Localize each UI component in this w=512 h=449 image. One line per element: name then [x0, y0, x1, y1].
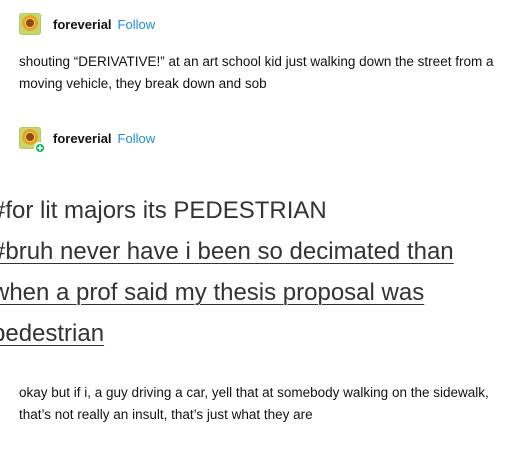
- username[interactable]: foreverial: [53, 17, 112, 32]
- avatar[interactable]: [19, 13, 41, 35]
- tag-link[interactable]: pedestrian: [0, 313, 512, 354]
- post-header: foreverial Follow: [19, 13, 155, 35]
- tag-list: #for lit majors its PEDESTRIAN #bruh nev…: [0, 190, 512, 354]
- plus-badge-icon: [34, 142, 46, 154]
- post-text: okay but if i, a guy driving a car, yell…: [19, 385, 489, 422]
- reblog-header: foreverial Follow: [19, 127, 156, 154]
- username[interactable]: foreverial: [53, 131, 112, 146]
- tag-link[interactable]: when a prof said my thesis proposal was: [0, 272, 512, 313]
- tag-text: #for lit majors its PEDESTRIAN: [0, 197, 327, 224]
- avatar-face: [26, 133, 34, 141]
- avatar[interactable]: [19, 127, 46, 154]
- post-text: shouting “DERIVATIVE!” at an art school …: [19, 54, 494, 91]
- follow-button[interactable]: Follow: [118, 17, 156, 32]
- avatar-face: [26, 19, 34, 27]
- follow-button[interactable]: Follow: [118, 131, 156, 146]
- tag-link[interactable]: #bruh never have i been so decimated tha…: [0, 231, 512, 272]
